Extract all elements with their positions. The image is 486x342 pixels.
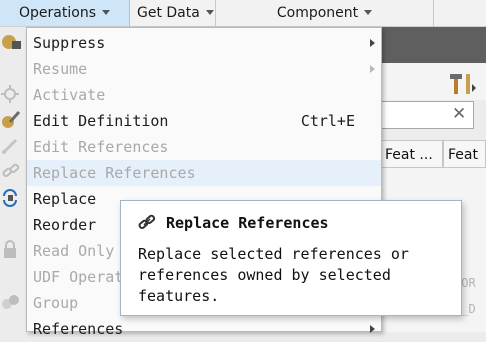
chevron-down-icon <box>101 9 110 15</box>
menu-item-label: Replace <box>33 190 97 208</box>
column-header-feat[interactable]: Feat ... <box>380 140 443 168</box>
submenu-arrow-icon <box>370 39 375 47</box>
menu-item-label: Read Only <box>33 242 115 260</box>
menu-item-activate[interactable]: Activate <box>27 82 381 108</box>
menu-item-label: Reorder <box>33 216 97 234</box>
lock-icon <box>4 240 16 258</box>
suppress-icon <box>2 35 21 49</box>
chevron-down-icon <box>364 9 373 15</box>
menu-item-edit-definition[interactable]: Edit Definition Ctrl+E <box>27 108 381 134</box>
replace-references-icon <box>2 163 20 178</box>
menu-item-label: Activate <box>33 86 106 104</box>
activate-icon <box>1 85 19 103</box>
component-menu-button[interactable]: Component <box>216 0 434 26</box>
menu-item-replace-references[interactable]: Replace References <box>27 160 381 186</box>
graphics-toolbar-band <box>380 27 486 63</box>
operations-menu-button[interactable]: Operations <box>0 0 130 26</box>
menu-item-label: Resume <box>33 60 88 78</box>
tooltip: Replace References Replace selected refe… <box>120 200 462 316</box>
submenu-arrow-icon <box>370 65 375 73</box>
column-header-feat-2[interactable]: Feat <box>443 140 486 168</box>
menu-item-label: Edit References <box>33 138 169 156</box>
menu-item-label: References <box>33 320 124 338</box>
edit-references-icon <box>2 138 18 154</box>
chevron-down-icon <box>205 9 214 15</box>
close-icon[interactable]: ✕ <box>452 103 466 125</box>
get-data-menu-button[interactable]: Get Data <box>130 0 216 26</box>
menu-item-edit-references[interactable]: Edit References <box>27 134 381 160</box>
menu-item-resume[interactable]: Resume <box>27 56 381 82</box>
menu-item-shortcut: Ctrl+E <box>300 112 355 130</box>
replace-icon <box>3 189 17 207</box>
get-data-label: Get Data <box>137 5 200 21</box>
menu-item-label: Group <box>33 294 79 312</box>
menu-item-label: Replace References <box>33 164 196 182</box>
menu-item-label: UDF Operat <box>33 268 124 286</box>
ribbon-menu-bar: Operations Get Data Component <box>0 0 486 27</box>
menu-item-references[interactable]: References <box>27 316 381 342</box>
replace-references-icon <box>138 214 156 230</box>
tooltip-title: Replace References <box>166 214 329 232</box>
edit-definition-icon <box>2 110 21 128</box>
menu-item-label: Edit Definition <box>33 112 169 130</box>
component-label: Component <box>276 5 359 21</box>
menu-item-label: Suppress <box>33 34 106 52</box>
operations-label: Operations <box>19 5 96 21</box>
group-icon <box>2 295 19 309</box>
menu-item-suppress[interactable]: Suppress <box>27 30 381 56</box>
tooltip-description: Replace selected references or reference… <box>138 245 409 305</box>
tools-icon[interactable] <box>447 70 479 96</box>
